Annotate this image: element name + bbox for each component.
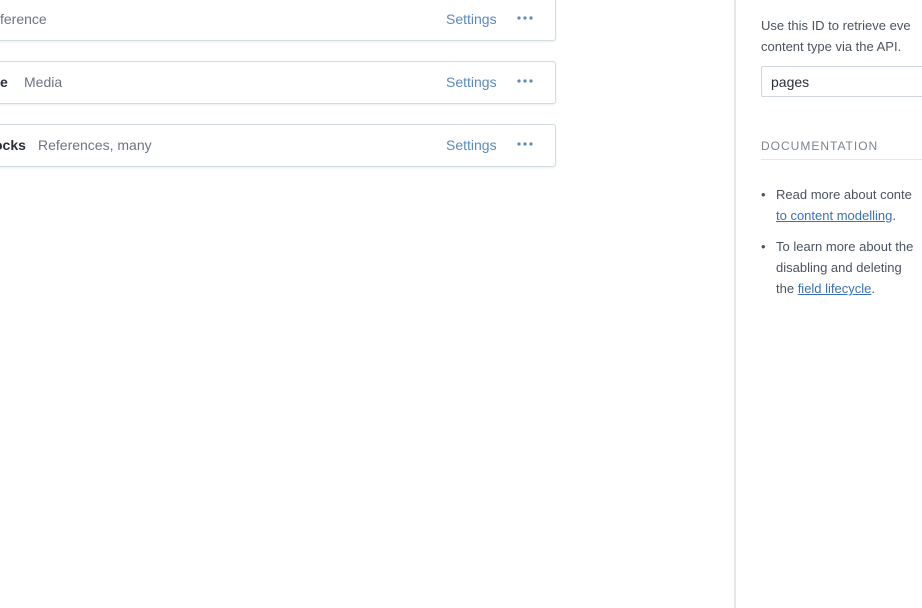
doc-text: the — [776, 281, 798, 296]
field-lifecycle-link[interactable]: field lifecycle — [798, 281, 872, 296]
doc-punctuation: . — [892, 208, 896, 223]
field-name: e — [0, 74, 8, 90]
more-horizontal-icon[interactable] — [516, 72, 534, 90]
documentation-list: • Read more about conte to content model… — [761, 184, 922, 309]
field-name: ocks — [0, 137, 26, 153]
doc-text-line: the field lifecycle. — [776, 278, 922, 299]
field-row[interactable]: ference Settings — [0, 0, 556, 41]
documentation-divider — [761, 159, 922, 160]
content-type-fields-pane: ference Settings e Media Settings ocks R… — [0, 0, 734, 608]
more-horizontal-icon[interactable] — [516, 135, 534, 153]
bullet: • — [761, 239, 766, 254]
api-id-help-line: content type via the API. — [761, 39, 902, 54]
api-id-input[interactable] — [761, 66, 922, 97]
doc-text: To learn more about the — [776, 239, 914, 254]
doc-text: Read more about conte — [776, 187, 912, 202]
field-type: Media — [24, 74, 63, 90]
field-type: References, many — [38, 137, 152, 153]
documentation-heading: DOCUMENTATION — [761, 139, 879, 153]
field-row[interactable]: e Media Settings — [0, 61, 556, 104]
more-horizontal-icon[interactable] — [516, 9, 534, 27]
documentation-item: • Read more about conte to content model… — [761, 184, 922, 226]
field-type: ference — [0, 11, 47, 27]
doc-punctuation: . — [871, 281, 876, 296]
field-settings-link[interactable]: Settings — [446, 137, 497, 153]
api-id-help-line: Use this ID to retrieve eve — [761, 18, 911, 33]
content-type-sidebar: Use this ID to retrieve eve content type… — [736, 0, 922, 608]
documentation-item: • To learn more about the disabling and … — [761, 236, 922, 299]
field-row[interactable]: ocks References, many Settings — [0, 124, 556, 167]
bullet: • — [761, 187, 766, 202]
field-settings-link[interactable]: Settings — [446, 11, 497, 27]
field-settings-link[interactable]: Settings — [446, 74, 497, 90]
content-modelling-link[interactable]: to content modelling — [776, 208, 892, 223]
api-id-help-text: Use this ID to retrieve eve content type… — [761, 15, 922, 57]
doc-text-line: to content modelling. — [776, 205, 922, 226]
doc-text: disabling and deleting — [776, 260, 902, 275]
